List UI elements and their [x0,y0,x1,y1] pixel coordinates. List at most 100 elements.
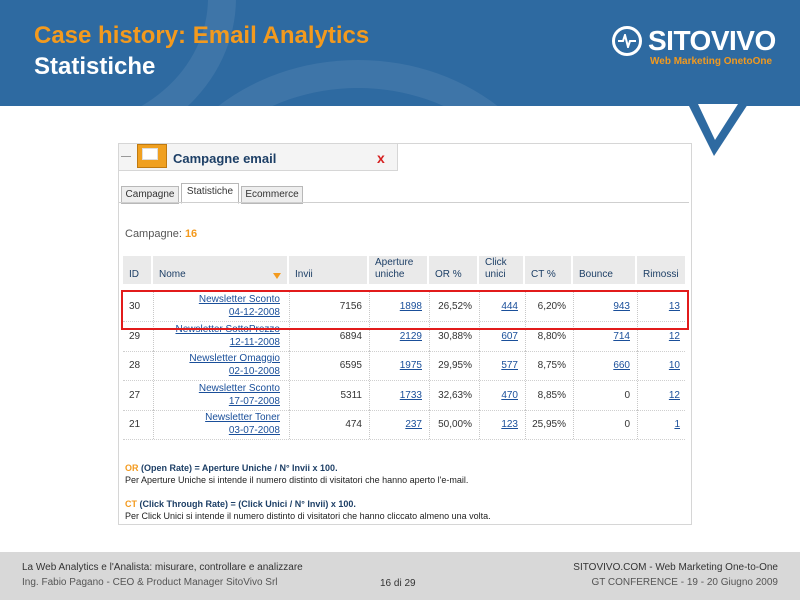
pulse-icon [612,26,642,56]
footer-website: SITOVIVO.COM - Web Marketing One-to-One [573,562,778,573]
column-header-bounce[interactable]: Bounce [573,256,635,284]
cell-rimossi: 1 [637,410,686,439]
campaign-name-link[interactable]: Newsletter Toner [205,412,280,423]
cell-ct: 8,85% [525,380,572,410]
cell-bounce: 0 [573,380,636,410]
cell-click: 470 [479,380,524,410]
brand-name: SITOVIVO [648,25,776,56]
column-header-id[interactable]: ID [123,256,151,284]
footer-course-title: La Web Analytics e l'Analista: misurare,… [22,562,303,573]
aperture-link[interactable]: 1975 [400,360,422,371]
cell-bounce: 660 [573,351,636,380]
cell-aperture: 1975 [369,351,428,380]
cell-or: 50,00% [429,410,478,439]
cell-aperture: 1733 [369,380,428,410]
campaign-date-link[interactable]: 03-07-2008 [229,425,280,436]
brand-logo: SITOVIVO Web Marketing OnetoOne [612,25,782,70]
ct-formula: CT (Click Through Rate) = (Click Unici /… [125,499,356,509]
cell-id: 27 [129,389,141,401]
bounce-value: 0 [624,419,630,430]
cell-id: 28 [129,360,141,371]
click-link[interactable]: 607 [501,331,518,342]
ct-value: 8,80% [537,330,566,342]
ct-value: 8,75% [537,360,566,371]
click-link[interactable]: 123 [501,419,518,430]
campaign-date-link[interactable]: 02-10-2008 [229,366,280,377]
header-pointer-inner [698,104,738,140]
or-value: 32,63% [438,389,472,401]
bounce-link[interactable]: 714 [613,331,630,342]
column-header-or[interactable]: OR % [429,256,477,284]
click-link[interactable]: 470 [501,390,518,401]
tab-divider [119,202,689,203]
cell-invii: 474 [289,410,368,439]
panel-title: Campagne email [173,151,277,166]
cell-aperture: 237 [369,410,428,439]
rimossi-link[interactable]: 12 [669,390,680,401]
table-row: 27 Newsletter Sconto 17-07-2008 5311 1733 32,… [123,380,686,411]
cell-id: 21 [129,419,141,430]
campaign-date-link[interactable]: 17-07-2008 [229,396,280,407]
notes: OR (Open Rate) = Aperture Uniche / N° In… [125,462,491,522]
minimize-icon[interactable] [121,156,131,157]
cell-bounce: 0 [573,410,636,439]
close-button[interactable]: x [377,150,385,166]
slide-footer: La Web Analytics e l'Analista: misurare,… [0,552,800,600]
tab-statistiche[interactable]: Statistiche [181,183,239,204]
column-header-rimossi[interactable]: Rimossi [637,256,685,284]
cell-click: 577 [479,351,524,380]
column-header-ct[interactable]: CT % [525,256,571,284]
column-header-click[interactable]: Click unici [479,256,523,284]
cell-ct: 25,95% [525,410,572,439]
cell-name: Newsletter Toner 03-07-2008 [153,410,288,439]
bounce-link[interactable]: 660 [613,360,630,371]
footer-author: Ing. Fabio Pagano - CEO & Product Manage… [22,577,278,588]
rimossi-link[interactable]: 12 [669,331,680,342]
cell-invii: 6595 [289,351,368,380]
highlight-box [121,290,689,330]
cell-rimossi: 10 [637,351,686,380]
ct-value: 25,95% [532,419,566,430]
campaign-panel: Campagne email x Campagne Statistiche Ec… [118,143,692,525]
ct-value: 8,85% [537,389,566,401]
invii-value: 474 [345,419,362,430]
campaign-date-link[interactable]: 12-11-2008 [230,337,280,348]
or-description: Per Aperture Uniche si intende il numero… [125,475,469,485]
invii-value: 6595 [339,360,362,371]
cell-rimossi: 12 [637,380,686,410]
footer-event: GT CONFERENCE - 19 - 20 Giugno 2009 [591,577,778,588]
cell-name: Newsletter Omaggio 02-10-2008 [153,351,288,380]
slide-title: Case history: Email Analytics [34,22,370,49]
cell-ct: 8,75% [525,351,572,380]
brand-tagline: Web Marketing OnetoOne [650,56,773,67]
rimossi-link[interactable]: 10 [669,360,680,371]
ct-description: Per Click Unici si intende il numero dis… [125,511,491,521]
envelope-icon [137,144,167,168]
aperture-link[interactable]: 2129 [400,331,422,342]
column-header-aperture[interactable]: Aperture uniche [369,256,427,284]
slide-subtitle: Statistiche [34,53,156,80]
row-divider [123,439,685,440]
aperture-link[interactable]: 1733 [400,390,422,401]
bounce-value: 0 [624,389,630,401]
campaign-name-link[interactable]: Newsletter Omaggio [189,353,280,364]
campaign-count-value: 16 [184,228,198,240]
or-formula: OR (Open Rate) = Aperture Uniche / N° In… [125,463,338,473]
rimossi-link[interactable]: 1 [674,419,680,430]
click-link[interactable]: 577 [501,360,518,371]
campaign-name-link[interactable]: Newsletter Sconto [199,383,280,394]
slide-header: Case history: Email Analytics Statistich… [0,0,800,106]
column-header-nome[interactable]: Nome [153,256,287,284]
table-row: 28 Newsletter Omaggio 02-10-2008 6595 1975 29… [123,351,686,381]
cell-invii: 5311 [289,380,368,410]
campaign-count: Campagne: 16 [125,228,197,240]
aperture-link[interactable]: 237 [405,419,422,430]
cell-or: 32,63% [429,380,478,410]
cell-name: Newsletter Sconto 17-07-2008 [153,380,288,410]
sort-desc-icon [273,273,281,279]
table-row: 21 Newsletter Toner 03-07-2008 474 237 50,00%… [123,410,686,440]
page-number: 16 di 29 [380,578,416,589]
invii-value: 5311 [340,389,362,401]
column-header-invii[interactable]: Invii [289,256,367,284]
cell-click: 123 [479,410,524,439]
